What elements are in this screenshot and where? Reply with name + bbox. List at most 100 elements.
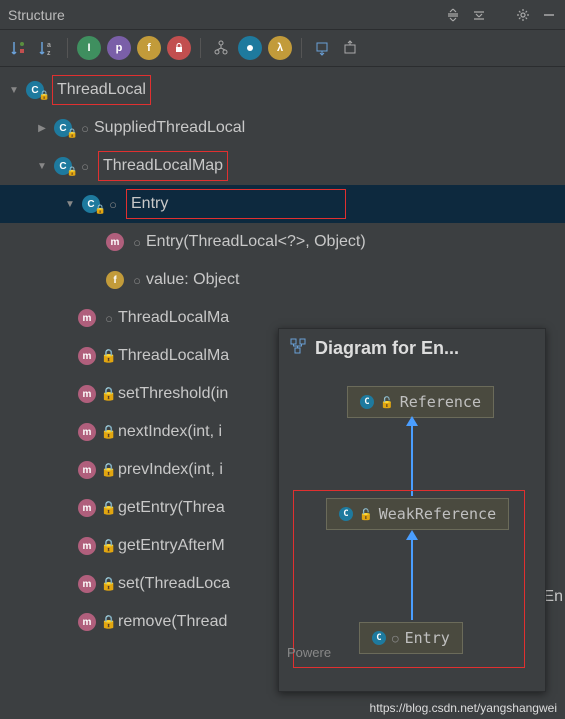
expand-all-icon[interactable] xyxy=(445,7,461,23)
hierarchy-icon[interactable] xyxy=(210,36,232,60)
tree-node[interactable]: f ○ value: Object xyxy=(0,261,565,299)
filter-toolbar: az I p f λ xyxy=(0,30,565,67)
visibility-open-icon: ○ xyxy=(128,235,146,250)
tree-label: set(ThreadLoca xyxy=(118,575,230,593)
tree-label: Entry xyxy=(131,195,168,213)
visibility-open-icon: ○ xyxy=(100,311,118,326)
arrow-head-icon xyxy=(406,530,418,540)
toolbar-separator xyxy=(200,38,201,58)
diagram-node-entry[interactable]: C ○ Entry xyxy=(359,622,463,654)
tree-label: setThreshold(in xyxy=(118,385,228,403)
class-icon: C xyxy=(372,631,386,645)
visibility-open-icon: ○ xyxy=(76,159,94,174)
lambda-icon[interactable]: λ xyxy=(268,36,292,60)
visibility-locked-icon: 🔒 xyxy=(100,386,118,402)
tree-node-threadlocalmap[interactable]: ▼ C🔒 ○ ThreadLocalMap xyxy=(0,147,565,185)
visibility-locked-icon: 🔒 xyxy=(100,538,118,554)
method-icon: m xyxy=(74,499,100,517)
tree-label-redbox: ThreadLocalMap xyxy=(98,151,228,181)
method-icon: m xyxy=(74,613,100,631)
tree-label: ThreadLocalMap xyxy=(103,157,223,175)
header-actions xyxy=(445,7,557,23)
properties-icon[interactable]: p xyxy=(107,36,131,60)
tree-label: getEntryAfterM xyxy=(118,537,225,555)
class-icon: C🔒 xyxy=(78,195,104,213)
method-icon: m xyxy=(74,461,100,479)
visibility-open-icon: ○ xyxy=(76,121,94,136)
minimize-icon[interactable] xyxy=(541,7,557,23)
diagram-popup: Diagram for En... C 🔓 Reference C 🔓 Weak… xyxy=(278,328,546,692)
svg-text:a: a xyxy=(47,42,51,49)
method-icon: m xyxy=(74,347,100,365)
method-icon: m xyxy=(74,423,100,441)
tree-label-redbox: ThreadLocal xyxy=(52,75,151,105)
class-icon: C🔒 xyxy=(50,157,76,175)
sort-visibility-icon[interactable] xyxy=(8,36,30,60)
visibility-icon: 🔓 xyxy=(359,508,373,521)
watermark-text: https://blog.csdn.net/yangshangwei xyxy=(370,701,557,715)
diagram-node-weakreference[interactable]: C 🔓 WeakReference xyxy=(326,498,509,530)
visibility-open-icon: ○ xyxy=(128,273,146,288)
tree-node-entry[interactable]: ▼ C🔒 ○ Entry xyxy=(0,185,565,223)
method-icon: m xyxy=(74,537,100,555)
panel-title: Structure xyxy=(8,7,445,23)
node-label: Reference xyxy=(400,393,481,411)
method-icon: m xyxy=(102,233,128,251)
method-icon: m xyxy=(74,575,100,593)
sort-alpha-icon[interactable]: az xyxy=(36,36,58,60)
visibility-locked-icon: 🔒 xyxy=(100,576,118,592)
circle-icon[interactable] xyxy=(238,36,262,60)
tree-label: ThreadLocalMa xyxy=(118,309,229,327)
autoscroll-from-icon[interactable] xyxy=(339,36,361,60)
powered-label: Powere xyxy=(287,645,331,660)
chevron-down-icon[interactable]: ▼ xyxy=(34,161,50,172)
visibility-locked-icon: 🔒 xyxy=(100,614,118,630)
tree-node-supplied[interactable]: ▶ C🔒 ○ SuppliedThreadLocal xyxy=(0,109,565,147)
chevron-down-icon[interactable]: ▼ xyxy=(62,199,78,210)
tree-label: ThreadLocal xyxy=(57,81,146,99)
panel-header: Structure xyxy=(0,0,565,30)
class-icon: C xyxy=(360,395,374,409)
class-icon: C xyxy=(339,507,353,521)
chevron-down-icon[interactable]: ▼ xyxy=(6,85,22,96)
tree-label: value: Object xyxy=(146,271,239,289)
tree-node-threadlocal[interactable]: ▼ C🔒 ThreadLocal xyxy=(0,71,565,109)
toolbar-separator xyxy=(301,38,302,58)
tree-label: remove(Thread xyxy=(118,613,227,631)
class-icon: C🔒 xyxy=(22,81,48,99)
tree-label: Entry(ThreadLocal<?>, Object) xyxy=(146,233,366,251)
autoscroll-source-icon[interactable] xyxy=(311,36,333,60)
visibility-open-icon: ○ xyxy=(104,197,122,212)
fields-icon[interactable]: f xyxy=(137,36,161,60)
toolbar-separator xyxy=(67,38,68,58)
node-label: WeakReference xyxy=(379,505,496,523)
collapse-all-icon[interactable] xyxy=(471,7,487,23)
arrow-line xyxy=(411,426,413,496)
diagram-title: Diagram for En... xyxy=(315,338,459,359)
tree-label: SuppliedThreadLocal xyxy=(94,119,245,137)
arrow-line xyxy=(411,540,413,620)
diagram-node-reference[interactable]: C 🔓 Reference xyxy=(347,386,494,418)
method-icon: m xyxy=(74,309,100,327)
visibility-locked-icon: 🔒 xyxy=(100,424,118,440)
node-label: Entry xyxy=(405,629,450,647)
diagram-icon xyxy=(289,337,307,360)
truncated-text: En xyxy=(543,588,563,606)
visibility-icon: 🔓 xyxy=(380,396,394,409)
inherited-icon[interactable]: I xyxy=(77,36,101,60)
tree-label-redbox: Entry xyxy=(126,189,346,219)
field-icon: f xyxy=(102,271,128,289)
method-icon: m xyxy=(74,385,100,403)
tree-label: getEntry(Threa xyxy=(118,499,225,517)
lock-icon[interactable] xyxy=(167,36,191,60)
visibility-locked-icon: 🔒 xyxy=(100,462,118,478)
visibility-icon: ○ xyxy=(392,632,399,645)
arrow-head-icon xyxy=(406,416,418,426)
svg-text:z: z xyxy=(47,50,51,57)
gear-icon[interactable] xyxy=(515,7,531,23)
visibility-locked-icon: 🔒 xyxy=(100,348,118,364)
diagram-header: Diagram for En... xyxy=(279,329,545,368)
tree-node[interactable]: m ○ Entry(ThreadLocal<?>, Object) xyxy=(0,223,565,261)
diagram-canvas[interactable]: C 🔓 Reference C 🔓 WeakReference C ○ Entr… xyxy=(279,368,545,688)
chevron-right-icon[interactable]: ▶ xyxy=(34,123,50,134)
